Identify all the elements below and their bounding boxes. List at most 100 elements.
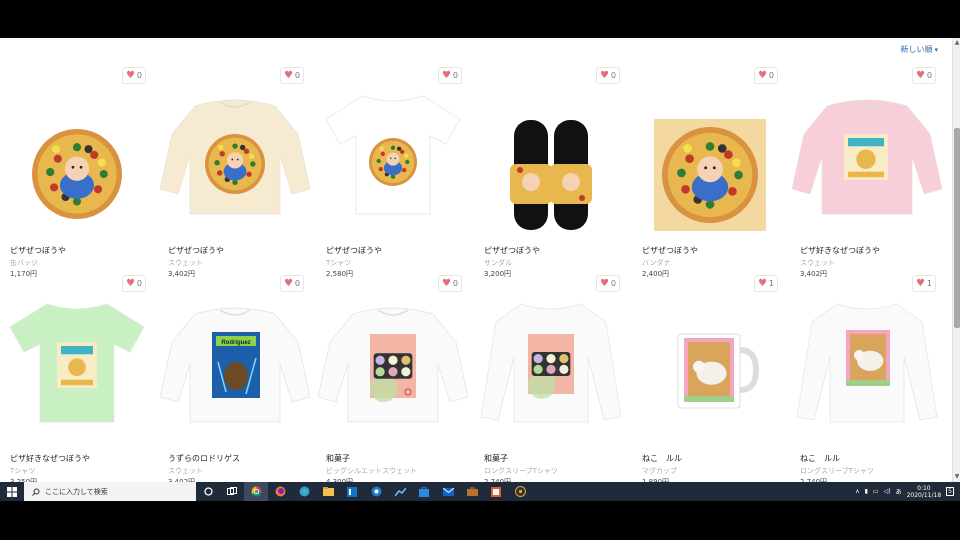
product-image[interactable] [160,64,310,234]
product-card[interactable]: ♥ 0 ピザ好きなぜつぼうや Tシャツ 3,250円 [2,272,152,482]
chart-app-icon[interactable] [388,482,412,501]
product-title[interactable]: ねこ ルル [642,453,682,464]
cortana-icon[interactable] [196,482,220,501]
like-button[interactable]: ♥ 0 [279,275,304,292]
scrollbar-thumb[interactable] [954,128,960,328]
notification-count: 5 [948,488,952,495]
like-button[interactable]: ♥ 0 [121,275,146,292]
product-type: Tシャツ [10,467,36,475]
scroll-up-icon[interactable]: ▲ [953,38,960,48]
scroll-down-icon[interactable]: ▼ [953,472,960,482]
like-count: 0 [610,71,616,80]
chrome-icon[interactable] [244,482,268,501]
like-button[interactable]: ♥ 0 [437,67,462,84]
like-button[interactable]: ♥ 0 [753,67,778,84]
like-button[interactable]: ♥ 0 [279,67,304,84]
product-image[interactable] [318,272,468,442]
like-count: 0 [768,71,774,80]
like-count: 0 [452,279,458,288]
like-button[interactable]: ♥ 0 [911,67,936,84]
like-button[interactable]: ♥ 0 [595,275,620,292]
product-image[interactable] [792,64,942,234]
product-image[interactable] [2,64,152,234]
product-card[interactable]: ♥ 0 和菓子 ビッグシルエットスウェット 4,300円 [318,272,468,482]
screen: 新しい順 ▾ ♥ 0 ピザぜつぼうや 缶バッジ 1,170円 ♥ 0 ピザぜつぼうや スウェット 3… [0,0,960,540]
search-icon [32,488,40,496]
product-card[interactable]: ♥ 0 ピザ好きなぜつぼうや スウェット 3,402円 [792,64,942,278]
like-count: 0 [136,71,142,80]
product-title[interactable]: ピザぜつぼうや [168,245,224,256]
heart-icon: ♥ [125,69,135,81]
like-count: 1 [768,279,774,288]
scrollbar[interactable]: ▲ ▼ [952,38,960,482]
start-button[interactable] [0,482,24,501]
firefox-icon[interactable] [268,482,292,501]
product-card[interactable]: ♥ 1 ねこ ルル ロングスリーブTシャツ 2,740円 [792,272,942,482]
like-count: 0 [452,71,458,80]
product-title[interactable]: 和菓子 [326,453,350,464]
product-image[interactable] [634,64,784,234]
microphone-icon[interactable]: ▮ [865,488,868,495]
clock[interactable]: 0:10 2020/11/18 [907,485,942,499]
chevron-up-icon[interactable]: ∧ [855,488,859,495]
media-player-icon[interactable] [508,482,532,501]
product-title[interactable]: うずらのロドリゲス [168,453,240,464]
store-icon[interactable] [412,482,436,501]
heart-icon: ♥ [599,277,609,289]
network-icon[interactable]: ▭ [873,488,879,495]
like-button[interactable]: ♥ 0 [121,67,146,84]
product-card[interactable]: ♥ 0 ピザぜつぼうや 缶バッジ 1,170円 [2,64,152,278]
file-explorer-icon[interactable] [316,482,340,501]
edge-icon[interactable] [292,482,316,501]
product-type: サンダル [484,259,512,267]
like-count: 0 [136,279,142,288]
like-count: 0 [294,71,300,80]
taskbar-search[interactable]: ここに入力して検索 [24,482,196,501]
product-title[interactable]: ねこ ルル [800,453,840,464]
like-count: 1 [926,279,932,288]
product-title[interactable]: ピザ好きなぜつぼうや [10,453,90,464]
briefcase-icon[interactable] [460,482,484,501]
product-title[interactable]: ピザ好きなぜつぼうや [800,245,880,256]
photos-icon[interactable] [484,482,508,501]
heart-icon: ♥ [757,277,767,289]
mail-icon[interactable] [436,482,460,501]
product-title[interactable]: ピザぜつぼうや [326,245,382,256]
product-image[interactable] [634,272,784,442]
product-card[interactable]: ♥ 0 ピザぜつぼうや スウェット 3,402円 [160,64,310,278]
product-title[interactable]: 和菓子 [484,453,508,464]
product-image[interactable]: Rodriguez [160,272,310,442]
product-type: マグカップ [642,467,677,475]
volume-icon[interactable]: ◁) [884,488,891,495]
notification-icon[interactable]: 5 [946,487,954,496]
product-card[interactable]: ♥ 1 ねこ ルル マグカップ 1,890円 [634,272,784,482]
product-card[interactable]: ♥ 0 和菓子 ロングスリーブTシャツ 2,740円 [476,272,626,482]
product-card[interactable]: Rodriguez ♥ 0 うずらのロドリゲス スウェット 3,402円 [160,272,310,482]
product-title[interactable]: ピザぜつぼうや [484,245,540,256]
product-image[interactable] [476,64,626,234]
product-image[interactable] [2,272,152,442]
ime-indicator[interactable]: あ [896,487,902,496]
heart-icon: ♥ [599,69,609,81]
like-button[interactable]: ♥ 0 [437,275,462,292]
like-button[interactable]: ♥ 1 [753,275,778,292]
app-blue-icon[interactable] [340,482,364,501]
product-type: ロングスリーブTシャツ [484,467,558,475]
product-grid-page: 新しい順 ▾ ♥ 0 ピザぜつぼうや 缶バッジ 1,170円 ♥ 0 ピザぜつぼうや スウェット 3… [0,38,960,482]
product-image[interactable] [476,272,626,442]
print-rodriguez-text: Rodriguez [221,340,250,346]
sort-dropdown[interactable]: 新しい順 ▾ [900,44,938,55]
product-image[interactable] [318,64,468,234]
product-card[interactable]: ♥ 0 ピザぜつぼうや バンダナ 2,400円 [634,64,784,278]
like-button[interactable]: ♥ 1 [911,275,936,292]
product-title[interactable]: ピザぜつぼうや [10,245,66,256]
task-view-icon[interactable] [220,482,244,501]
product-image[interactable] [792,272,942,442]
product-title[interactable]: ピザぜつぼうや [642,245,698,256]
like-count: 0 [926,71,932,80]
product-card[interactable]: ♥ 0 ピザぜつぼうや サンダル 3,200円 [476,64,626,278]
like-count: 0 [294,279,300,288]
product-card[interactable]: ♥ 0 ピザぜつぼうや Tシャツ 2,580円 [318,64,468,278]
like-button[interactable]: ♥ 0 [595,67,620,84]
media-icon[interactable] [364,482,388,501]
